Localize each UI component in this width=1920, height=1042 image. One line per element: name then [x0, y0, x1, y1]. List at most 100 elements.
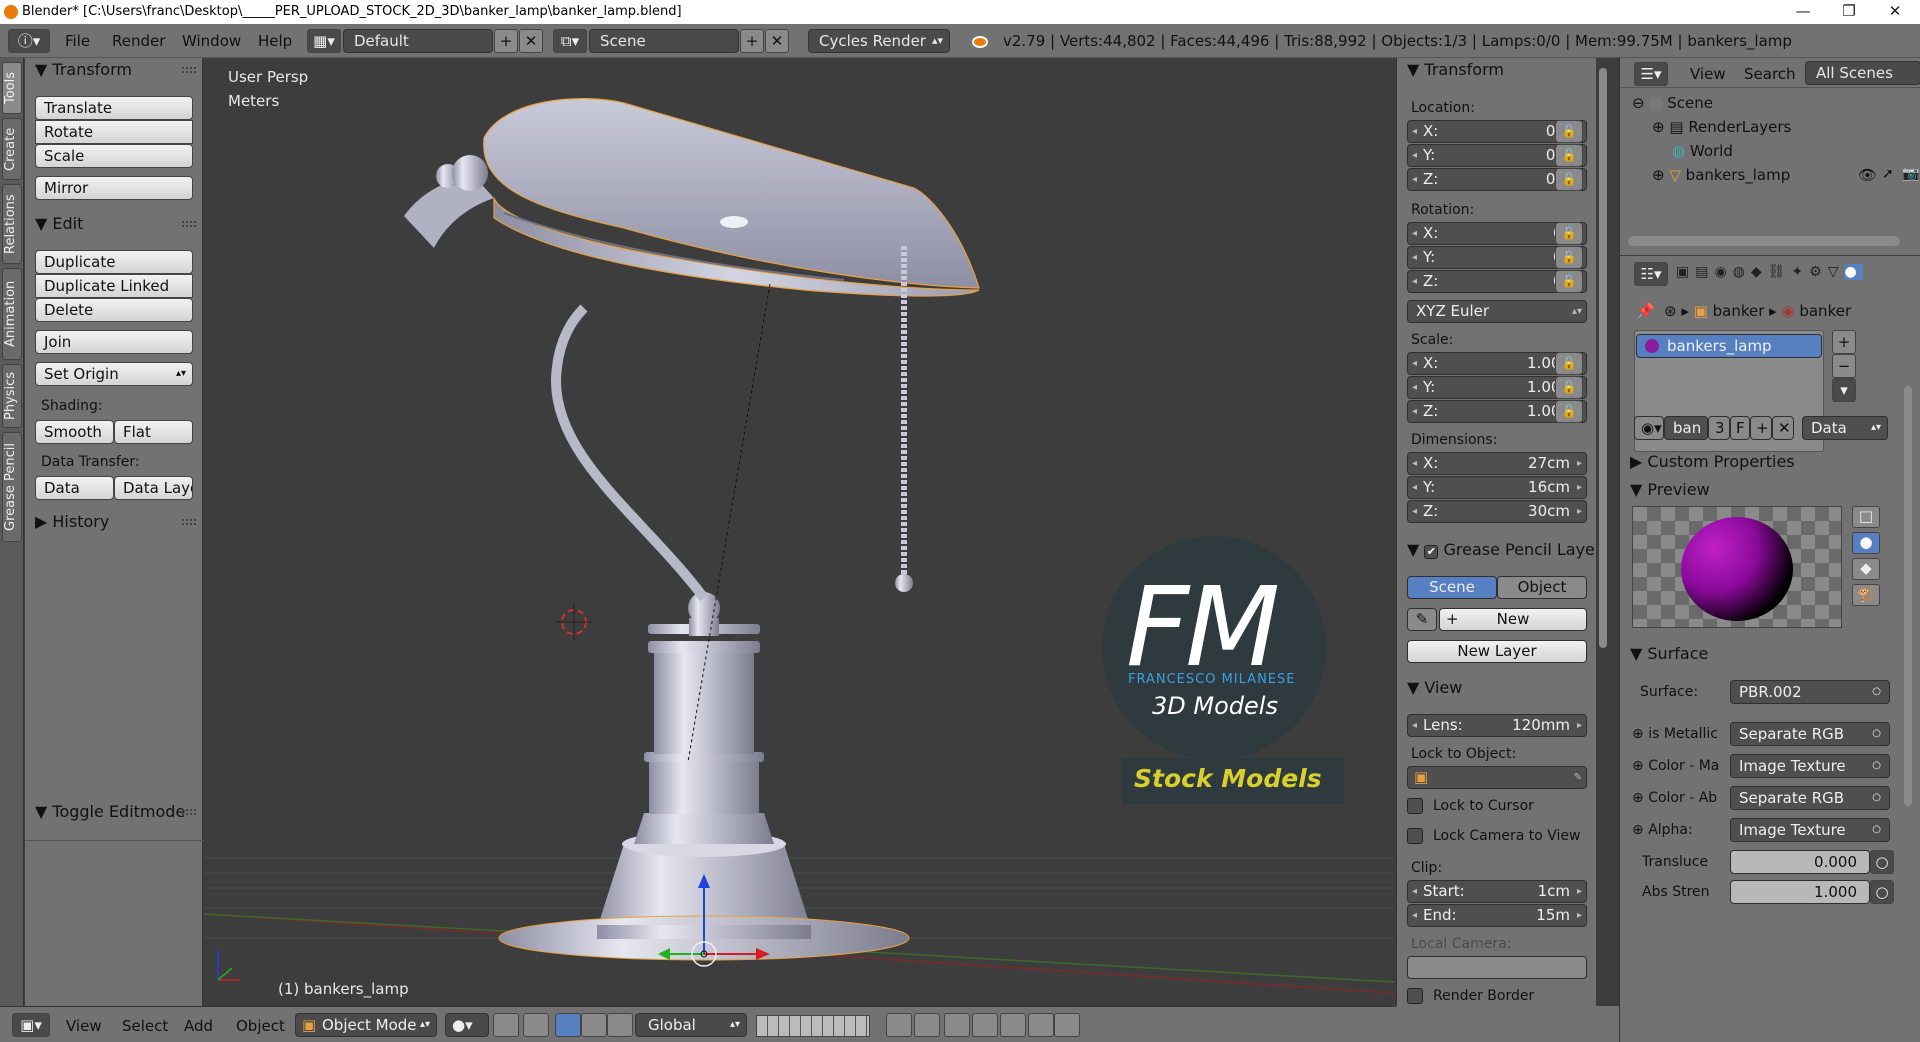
render-opengl-icon[interactable]	[1028, 1013, 1054, 1037]
snap-icon[interactable]	[944, 1013, 970, 1037]
outliner-renderlayers-item[interactable]: ⊕ ▤ RenderLayers	[1652, 118, 1791, 136]
remove-slot-icon[interactable]: −	[1832, 354, 1856, 378]
tab-physics[interactable]: Physics	[2, 364, 22, 428]
selectability-cursor-icon[interactable]: ➚	[1882, 166, 1894, 182]
lock-icon[interactable]: 🔓	[1555, 270, 1583, 293]
translate-button[interactable]: Translate	[35, 96, 193, 120]
surface-shader-field[interactable]: PBR.002 ○	[1730, 680, 1890, 704]
lock-icon[interactable]: 🔓	[1555, 352, 1583, 375]
lock-icon[interactable]: 🔓	[1555, 246, 1583, 269]
scene-field[interactable]: Scene	[589, 29, 739, 53]
scale-manip-icon[interactable]	[607, 1013, 633, 1037]
fake-user-button[interactable]: F	[1730, 416, 1750, 440]
delete-button[interactable]: Delete	[35, 298, 193, 322]
custom-properties-header[interactable]: ▶ Custom Properties	[1620, 450, 1920, 474]
lock-layers-icon[interactable]	[886, 1013, 912, 1037]
visibility-eye-icon[interactable]: 👁	[1858, 166, 1877, 184]
remove-layout-icon[interactable]: ✕	[519, 29, 543, 53]
outliner-editor-icon[interactable]: ☰▾	[1634, 62, 1668, 86]
history-panel-header[interactable]: ▶ History	[25, 510, 202, 534]
menu-add[interactable]: Add	[184, 1017, 213, 1035]
snap-target-icon[interactable]	[1000, 1013, 1026, 1037]
gp-pencil-icon[interactable]: ✎	[1407, 608, 1437, 631]
mirror-button[interactable]: Mirror	[35, 176, 193, 200]
maximize-button[interactable]: ❐	[1826, 0, 1872, 24]
menu-object[interactable]: Object	[236, 1017, 285, 1035]
menu-help[interactable]: Help	[258, 32, 292, 50]
material-slot-item[interactable]: bankers_lamp	[1636, 334, 1822, 358]
translucent-slider[interactable]: 0.000	[1730, 850, 1870, 874]
abs-strength-slider[interactable]: 1.000	[1730, 880, 1870, 904]
flat-button[interactable]: Flat	[114, 420, 193, 444]
eyedropper-icon[interactable]: ✎	[1574, 767, 1582, 788]
remove-scene-icon[interactable]: ✕	[765, 29, 789, 53]
drag-grip-icon[interactable]	[182, 67, 196, 73]
gp-new-button[interactable]: + New	[1439, 608, 1587, 631]
props-scrollbar[interactable]	[1904, 386, 1912, 806]
orientation-select[interactable]: Global ▴▾	[635, 1013, 747, 1037]
tab-animation[interactable]: Animation	[2, 268, 22, 360]
unlink-material-icon[interactable]: ✕	[1772, 416, 1794, 440]
edit-panel-header[interactable]: ▼ Edit	[25, 212, 202, 236]
tab-create[interactable]: Create	[2, 118, 22, 180]
gp-scene-button[interactable]: Scene	[1407, 576, 1497, 599]
color-ab-input[interactable]: Separate RGB ○	[1730, 786, 1890, 810]
snap-element-icon[interactable]	[972, 1013, 998, 1037]
dimension-y-field[interactable]: ◂ Y: 16cm ▸	[1407, 476, 1587, 499]
translate-manip-icon[interactable]	[555, 1013, 581, 1037]
render-animation-icon[interactable]	[1054, 1013, 1080, 1037]
layers-grid[interactable]	[756, 1015, 870, 1037]
join-button[interactable]: Join	[35, 330, 193, 354]
lock-icon[interactable]: 🔓	[1555, 144, 1583, 167]
outliner-scrollbar[interactable]	[1628, 236, 1900, 246]
dimension-z-field[interactable]: ◂ Z: 30cm ▸	[1407, 500, 1587, 523]
viewport-editor-icon[interactable]: ▣▾	[12, 1013, 50, 1037]
close-button[interactable]: ✕	[1872, 0, 1918, 24]
proportional-edit-icon[interactable]	[914, 1013, 940, 1037]
material-link-select[interactable]: Data ▴▾	[1802, 416, 1888, 440]
lens-field[interactable]: ◂ Lens: 120mm ▸	[1407, 714, 1587, 737]
menu-render[interactable]: Render	[112, 32, 165, 50]
pivot-icon[interactable]	[493, 1013, 519, 1037]
lock-icon[interactable]: 🔓	[1555, 168, 1583, 191]
material-browse-icon[interactable]: ◉▾	[1634, 416, 1664, 440]
props-context-tabs[interactable]: ▣▤◉◍◆⛓✦⚙▽●	[1676, 264, 1912, 286]
set-origin-select[interactable]: Set Origin ▴▾	[35, 362, 193, 386]
gp-object-button[interactable]: Object	[1497, 576, 1587, 599]
rotation-mode-select[interactable]: XYZ Euler ▴▾	[1407, 300, 1587, 323]
rotate-button[interactable]: Rotate	[35, 120, 193, 144]
outliner-bankers-lamp-item[interactable]: ⊕ ▽ bankers_lamp	[1652, 166, 1790, 184]
outliner-scene-item[interactable]: ⊖ ◎ Scene	[1632, 94, 1713, 112]
alpha-input[interactable]: Image Texture ○	[1730, 818, 1890, 842]
mode-select[interactable]: ▣ Object Mode ▴▾	[295, 1013, 437, 1037]
grease-pencil-header[interactable]: ▼ ✔ Grease Pencil Layer	[1397, 538, 1596, 562]
preview-type-icons[interactable]: □ ● ◆ 🐒	[1852, 506, 1880, 636]
lock-icon[interactable]: 🔓	[1555, 222, 1583, 245]
editor-type-button[interactable]: ⓘ▾	[8, 29, 50, 53]
tab-grease-pencil[interactable]: Grease Pencil	[2, 432, 22, 542]
screen-layout-field[interactable]: Default	[343, 29, 493, 53]
local-camera-field[interactable]	[1407, 956, 1587, 979]
clip-end-field[interactable]: ◂ End: 15m ▸	[1407, 904, 1587, 927]
n-transform-header[interactable]: ▼ Transform	[1397, 58, 1596, 82]
minimize-button[interactable]: —	[1780, 0, 1826, 24]
props-editor-icon[interactable]: ☷▾	[1634, 262, 1668, 286]
lock-to-cursor-checkbox[interactable]	[1407, 798, 1423, 814]
outliner-display-select[interactable]: All Scenes	[1805, 61, 1920, 85]
outliner-view-menu[interactable]: View	[1690, 65, 1726, 83]
menu-file[interactable]: File	[65, 32, 90, 50]
render-camera-icon[interactable]: 📷	[1902, 166, 1919, 182]
grease-pencil-checkbox[interactable]: ✔	[1424, 545, 1439, 559]
slot-menu-icon[interactable]: ▾	[1832, 378, 1856, 402]
n-view-header[interactable]: ▼ View	[1397, 676, 1596, 700]
duplicate-linked-button[interactable]: Duplicate Linked	[35, 274, 193, 298]
tab-tools[interactable]: Tools	[2, 62, 22, 114]
add-slot-icon[interactable]: +	[1832, 330, 1856, 354]
render-engine-select[interactable]: Cycles Render ▴▾	[808, 29, 950, 53]
n-panel-scrollbar[interactable]	[1599, 68, 1607, 648]
data-layout-button[interactable]: Data Layo	[114, 476, 193, 500]
add-scene-icon[interactable]: +	[740, 29, 764, 53]
rotate-manip-icon[interactable]	[581, 1013, 607, 1037]
clip-start-field[interactable]: ◂ Start: 1cm ▸	[1407, 880, 1587, 903]
drag-grip-icon[interactable]	[182, 519, 196, 525]
